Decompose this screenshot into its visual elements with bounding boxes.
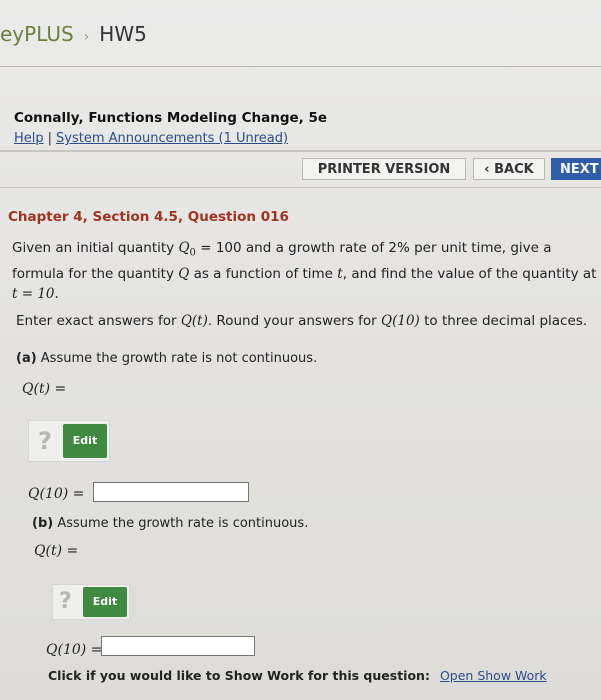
part-a-edit-button[interactable]: Edit [63, 424, 107, 458]
part-a-q10-input[interactable] [93, 482, 249, 502]
breadcrumb: eyPLUS › HW5 [0, 22, 147, 46]
divider [0, 66, 601, 67]
divider [0, 150, 601, 152]
next-button[interactable]: NEXT [551, 158, 601, 180]
chevron-right-icon: › [83, 29, 90, 45]
show-work-row: Click if you would like to Show Work for… [48, 668, 547, 683]
back-button[interactable]: ‹ BACK [473, 158, 545, 180]
breadcrumb-current: HW5 [99, 22, 147, 46]
brand-link[interactable]: eyPLUS [0, 22, 74, 46]
math-q: Q [178, 265, 190, 282]
part-b-q10-label: Q(10) = [46, 642, 103, 658]
math-t-equals: t = 10. [12, 285, 59, 302]
part-b-qt-label: Q(t) = [34, 543, 79, 559]
link-divider: | [47, 131, 53, 146]
part-a-qt-label: Q(t) = [22, 381, 67, 397]
question-heading: Chapter 4, Section 4.5, Question 016 [8, 209, 289, 225]
part-a-q10-label: Q(10) = [28, 486, 85, 502]
help-link[interactable]: Help [14, 131, 44, 146]
question-nav-bar: PRINTER VERSION ‹ BACK NEXT [0, 150, 601, 188]
open-show-work-link[interactable]: Open Show Work [440, 668, 547, 683]
help-question-icon[interactable]: ? [59, 589, 72, 614]
part-a-prompt: (a) Assume the growth rate is not contin… [16, 351, 317, 366]
question-text-part: , and find the value of the quantity at [342, 265, 597, 282]
show-work-text: Click if you would like to Show Work for… [48, 668, 430, 683]
instructions: Enter exact answers for Q(t). Round your… [16, 313, 587, 329]
printer-version-button[interactable]: PRINTER VERSION [302, 158, 466, 180]
part-b-prompt: (b) Assume the growth rate is continuous… [32, 516, 308, 531]
divider [0, 187, 601, 188]
part-b-label: (b) [32, 516, 54, 531]
instructions-part: to three decimal places. [419, 313, 588, 329]
math-q10: Q(10) [381, 313, 420, 329]
part-b-q10-input[interactable] [101, 636, 255, 656]
question-text-part: Given an initial quantity [12, 240, 179, 256]
part-b-text: Assume the growth rate is continuous. [53, 516, 309, 531]
instructions-part: Enter exact answers for [16, 313, 181, 329]
question-text-part: as a function of time [189, 265, 338, 282]
part-b-edit-button[interactable]: Edit [83, 587, 127, 617]
math-qt: Q(t) [180, 313, 208, 329]
part-b-equation-editor: ? Edit [52, 584, 130, 620]
question-text: Given an initial quantity Q0 = 100 and a… [12, 238, 597, 304]
help-links: Help | System Announcements (1 Unread) [14, 131, 288, 146]
part-a-label: (a) [16, 351, 37, 366]
instructions-part: . Round your answers for [207, 313, 382, 329]
course-title: Connally, Functions Modeling Change, 5e [14, 110, 328, 126]
help-question-icon[interactable]: ? [38, 427, 52, 455]
page: eyPLUS › HW5 Connally, Functions Modeling … [0, 0, 601, 700]
system-announcements-link[interactable]: System Announcements (1 Unread) [56, 131, 288, 146]
part-a-text: Assume the growth rate is not continuous… [36, 351, 318, 366]
part-a-equation-editor: ? Edit [28, 420, 110, 462]
math-q0: Q0 [178, 240, 196, 259]
